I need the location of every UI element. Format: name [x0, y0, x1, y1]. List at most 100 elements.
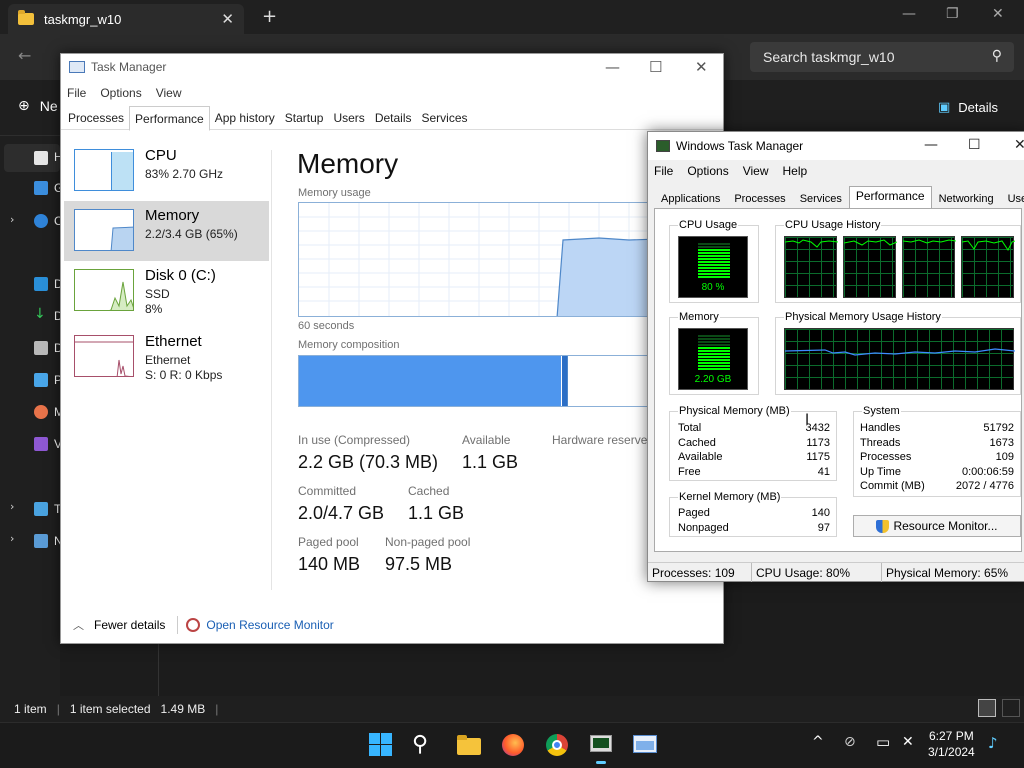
ethernet-thumbnail	[74, 335, 134, 377]
minimize-icon[interactable]: —	[605, 58, 620, 76]
cpu-name: CPU	[145, 147, 177, 164]
tab-services[interactable]: Services	[417, 106, 473, 130]
chevron-right-icon[interactable]: ›	[10, 532, 14, 545]
search-icon[interactable]: ⚲	[412, 732, 438, 758]
firefox-icon[interactable]	[500, 732, 526, 758]
details-view-icon[interactable]	[978, 699, 996, 717]
explorer-tab-title: taskmgr_w10	[44, 11, 122, 27]
menu-view[interactable]: View	[743, 164, 769, 178]
row-label: Available	[678, 451, 723, 463]
menu-file[interactable]: File	[67, 86, 86, 100]
ethernet-sub1: Ethernet	[145, 353, 191, 367]
taskbar-clock[interactable]: 6:27 PM 3/1/2024	[928, 728, 975, 760]
tab-performance[interactable]: Performance	[129, 106, 210, 131]
sidebar-item-home[interactable]	[4, 144, 60, 172]
maximize-icon[interactable]: ☐	[968, 137, 981, 153]
tab-networking[interactable]: Networking	[932, 188, 1001, 208]
task-manager-icon[interactable]	[632, 732, 658, 758]
menu-options[interactable]: Options	[100, 86, 141, 100]
cpu-usage-bars	[698, 243, 730, 279]
tab-processes[interactable]: Processes	[727, 188, 792, 208]
details-pane-icon: ▣	[938, 100, 951, 115]
meter-segment	[698, 249, 730, 251]
fewer-details-link[interactable]: Fewer details	[94, 618, 165, 632]
start-icon[interactable]	[368, 732, 394, 758]
new-label: Ne	[39, 98, 58, 114]
search-box[interactable]: Search taskmgr_w10 ⚲	[750, 42, 1014, 72]
meter-segment	[698, 341, 730, 343]
new-button[interactable]: ⊕ Ne	[18, 98, 58, 114]
display-icon[interactable]: ▭	[876, 733, 890, 751]
tab-users[interactable]: Users	[328, 106, 369, 130]
menu-view[interactable]: View	[156, 86, 182, 100]
resource-monitor-button[interactable]: Resource Monitor...	[853, 515, 1021, 537]
memory-detail-title: Memory	[297, 148, 399, 179]
clock-date: 3/1/2024	[928, 745, 975, 759]
cpu-usage-group: CPU Usage 80 %	[669, 219, 759, 303]
tab-startup[interactable]: Startup	[280, 106, 329, 130]
physical-memory-row: Available 1175	[678, 451, 830, 463]
memory-meter: 2.20 GB	[678, 328, 748, 390]
tab-users[interactable]: Users	[1001, 188, 1024, 208]
maximize-icon[interactable]: ❐	[946, 6, 959, 22]
tab-processes[interactable]: Processes	[63, 106, 129, 130]
file-explorer-icon[interactable]	[456, 732, 482, 758]
tm-tabs: Processes Performance App history Startu…	[61, 106, 723, 131]
tab-performance[interactable]: Performance	[848, 186, 932, 208]
memory-label: Memory	[678, 311, 720, 323]
chrome-icon[interactable]	[544, 732, 570, 758]
cpu-usage-value: 80 %	[701, 282, 725, 293]
status-items: 1 item	[14, 702, 47, 716]
volume-muted-icon[interactable]: ✕	[902, 734, 914, 750]
system-row: Processes 109	[860, 451, 1014, 463]
tab-details[interactable]: Details	[370, 106, 417, 130]
resource-ethernet[interactable]: Ethernet Ethernet S: 0 R: 0 Kbps	[64, 327, 269, 387]
tab-services[interactable]: Services	[793, 188, 849, 208]
no-connection-icon[interactable]: ⊘	[844, 734, 856, 750]
meter-segment	[698, 335, 730, 337]
chevron-up-icon[interactable]: ^	[812, 734, 824, 750]
resource-disk[interactable]: Disk 0 (C:) SSD 8%	[64, 261, 269, 321]
tab-app-history[interactable]: App history	[210, 106, 280, 130]
gallery-icon	[34, 181, 48, 195]
task-manager-old-icon[interactable]	[588, 732, 614, 764]
close-icon[interactable]: ✕	[1014, 137, 1024, 153]
memory-value: 2.20 GB	[694, 374, 732, 385]
cpu-usage-label: CPU Usage	[678, 219, 739, 231]
memory-usage-graph	[298, 202, 658, 317]
tab-applications[interactable]: Applications	[654, 188, 727, 208]
chevron-right-icon[interactable]: ›	[10, 213, 14, 226]
memory-composition-bar	[298, 355, 658, 407]
close-icon[interactable]: ✕	[695, 58, 708, 76]
memory-composition-label: Memory composition	[298, 339, 400, 351]
composition-in-use	[299, 356, 561, 406]
core-4-line	[961, 240, 1016, 251]
kernel-memory-title: Kernel Memory (MB)	[678, 491, 782, 503]
chevron-right-icon[interactable]: ›	[10, 500, 14, 513]
new-tab-icon[interactable]: +	[262, 6, 277, 27]
notification-bell-icon[interactable]: ♪	[988, 734, 998, 752]
details-button[interactable]: ▣ Details	[938, 100, 998, 115]
status-separator: |	[215, 702, 219, 716]
resource-memory[interactable]: Memory 2.2/3.4 GB (65%)	[64, 201, 269, 261]
menu-file[interactable]: File	[654, 164, 673, 178]
this-pc-icon	[34, 502, 48, 516]
menu-options[interactable]: Options	[687, 164, 728, 178]
explorer-tab[interactable]: taskmgr_w10 ✕	[8, 4, 244, 34]
close-icon[interactable]: ✕	[221, 10, 234, 28]
physical-memory-row: Free 41	[678, 466, 830, 478]
row-value: 1173	[806, 437, 830, 449]
cached-label: Cached	[408, 484, 450, 498]
tiles-view-icon[interactable]	[1002, 699, 1020, 717]
meter-segment	[698, 276, 730, 278]
back-icon[interactable]: ←	[18, 46, 31, 65]
chevron-up-icon[interactable]: ︿	[73, 617, 84, 633]
memory-sub: 2.2/3.4 GB (65%)	[145, 227, 238, 241]
close-window-icon[interactable]: ✕	[992, 6, 1004, 22]
menu-help[interactable]: Help	[783, 164, 808, 178]
minimize-icon[interactable]: —	[902, 6, 916, 22]
resource-cpu[interactable]: CPU 83% 2.70 GHz	[64, 141, 269, 201]
maximize-icon[interactable]: ☐	[649, 58, 662, 76]
minimize-icon[interactable]: —	[924, 137, 938, 153]
open-resource-monitor-link[interactable]: Open Resource Monitor	[206, 618, 333, 632]
